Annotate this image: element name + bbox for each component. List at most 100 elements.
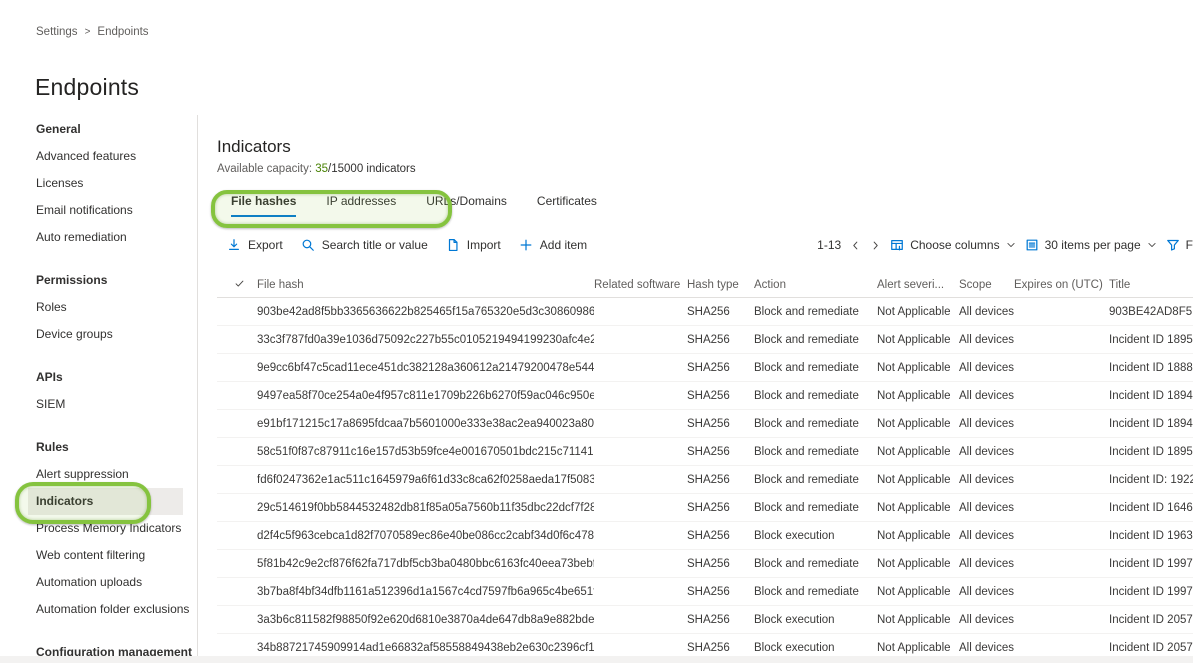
tab[interactable]: Certificates <box>535 189 599 217</box>
sidebar-entry[interactable]: SIEM <box>36 391 197 418</box>
tab[interactable]: File hashes <box>229 189 298 217</box>
table-row[interactable]: 58c51f0f87c87911c16e157d53b59fce4e001670… <box>217 438 1193 466</box>
breadcrumb: Settings > Endpoints <box>36 26 149 38</box>
section-heading: Indicators <box>217 137 1193 157</box>
select-all-checkbox[interactable] <box>217 278 257 292</box>
table-row[interactable]: 29c514619f0bb5844532482db81f85a05a7560b1… <box>217 494 1193 522</box>
sidebar-entry[interactable]: Indicators <box>28 488 183 515</box>
table-row[interactable]: 903be42ad8f5bb3365636622b825465f15a76532… <box>217 298 1193 326</box>
sidebar-entry[interactable]: Web content filtering <box>36 542 197 569</box>
cell-alert-severity: Not Applicable <box>877 334 959 346</box>
cell-hash-type: SHA256 <box>687 558 754 570</box>
sidebar-entry[interactable]: Device groups <box>36 321 197 348</box>
cell-alert-severity: Not Applicable <box>877 614 959 626</box>
cell-action: Block and remediate <box>754 446 877 458</box>
column-header[interactable]: Scope <box>959 279 1014 291</box>
items-per-page-label: 30 items per page <box>1045 238 1141 252</box>
column-header[interactable]: Related software <box>594 279 687 291</box>
table-body: 903be42ad8f5bb3365636622b825465f15a76532… <box>217 298 1193 662</box>
table-row[interactable]: 3b7ba8f4bf34dfb1161a512396d1a1567c4cd759… <box>217 578 1193 606</box>
cell-file-hash: 58c51f0f87c87911c16e157d53b59fce4e001670… <box>257 446 594 458</box>
column-header[interactable]: Expires on (UTC) <box>1014 279 1109 291</box>
cell-scope: All devices <box>959 502 1014 514</box>
table-row[interactable]: 5f81b42c9e2cf876f62fa717dbf5cb3ba0480bbc… <box>217 550 1193 578</box>
cell-action: Block and remediate <box>754 502 877 514</box>
chevron-right-icon <box>870 240 881 251</box>
items-per-page-button[interactable]: 30 items per page <box>1025 238 1157 252</box>
column-header[interactable]: File hash <box>257 279 594 291</box>
cell-file-hash: 3a3b6c811582f98850f92e620d6810e3870a4de6… <box>257 614 594 626</box>
filter-label: F <box>1186 238 1193 252</box>
table-row[interactable]: 9e9cc6bf47c5cad11ece451dc382128a360612a2… <box>217 354 1193 382</box>
sidebar-entry[interactable]: Process Memory Indicators <box>36 515 197 542</box>
next-page-button[interactable] <box>870 240 881 251</box>
filter-button[interactable]: F <box>1166 238 1193 252</box>
sidebar-entry[interactable]: Advanced features <box>36 143 197 170</box>
search-icon <box>301 238 315 252</box>
export-button[interactable]: Export <box>227 238 283 252</box>
sidebar-entry: APIs <box>36 364 197 391</box>
sidebar-entry: Rules <box>36 434 197 461</box>
table-row[interactable]: 33c3f787fd0a39e1036d75092c227b55c0105219… <box>217 326 1193 354</box>
add-item-button[interactable]: Add item <box>519 238 587 252</box>
cell-scope: All devices <box>959 614 1014 626</box>
table-row[interactable]: fd6f0247362e1ac511c1645979a6f61d33c8ca62… <box>217 466 1193 494</box>
cell-action: Block and remediate <box>754 586 877 598</box>
filter-funnel-icon <box>1166 238 1180 252</box>
cell-scope: All devices <box>959 390 1014 402</box>
cell-title: Incident ID 20574 <box>1109 642 1193 654</box>
previous-page-button[interactable] <box>850 240 861 251</box>
cell-scope: All devices <box>959 306 1014 318</box>
column-header[interactable]: Hash type <box>687 279 754 291</box>
cell-file-hash: 5f81b42c9e2cf876f62fa717dbf5cb3ba0480bbc… <box>257 558 594 570</box>
cell-alert-severity: Not Applicable <box>877 530 959 542</box>
choose-columns-button[interactable]: Choose columns <box>890 238 1015 252</box>
search-button[interactable]: Search title or value <box>301 238 428 252</box>
choose-columns-label: Choose columns <box>910 238 999 252</box>
sidebar-entry[interactable]: Automation uploads <box>36 569 197 596</box>
tab[interactable]: URLs/Domains <box>424 189 509 217</box>
cell-file-hash: 34b88721745909914ad1e66832af58558849438e… <box>257 642 594 654</box>
cell-title: Incident ID 19973 <box>1109 558 1193 570</box>
sidebar-entry[interactable]: Automation folder exclusions <box>36 596 197 623</box>
breadcrumb-settings[interactable]: Settings <box>36 26 78 38</box>
cell-title: Incident ID 18950 <box>1109 334 1193 346</box>
sidebar-entry[interactable]: Alert suppression <box>36 461 197 488</box>
breadcrumb-endpoints[interactable]: Endpoints <box>97 26 148 38</box>
cell-file-hash: 29c514619f0bb5844532482db81f85a05a7560b1… <box>257 502 594 514</box>
cell-file-hash: 9497ea58f70ce254a0e4f957c811e1709b226b62… <box>257 390 594 402</box>
cell-file-hash: d2f4c5f963cebca1d82f7070589ec86e40be086c… <box>257 530 594 542</box>
column-header[interactable]: Alert severi... <box>877 279 959 291</box>
column-header[interactable]: Title <box>1109 279 1193 291</box>
cell-title: Incident ID 18946 <box>1109 418 1193 430</box>
pagination-range: 1-13 <box>817 238 841 252</box>
cell-file-hash: 903be42ad8f5bb3365636622b825465f15a76532… <box>257 306 594 318</box>
cell-action: Block and remediate <box>754 306 877 318</box>
cell-action: Block execution <box>754 642 877 654</box>
sidebar-entry[interactable]: Licenses <box>36 170 197 197</box>
import-button[interactable]: Import <box>446 238 501 252</box>
cell-hash-type: SHA256 <box>687 614 754 626</box>
breadcrumb-separator-icon: > <box>85 26 91 37</box>
indicator-tabs: File hashes IP addresses URLs/Domains Ce… <box>217 189 1193 217</box>
table-row[interactable]: 9497ea58f70ce254a0e4f957c811e1709b226b62… <box>217 382 1193 410</box>
table-row[interactable]: 3a3b6c811582f98850f92e620d6810e3870a4de6… <box>217 606 1193 634</box>
sidebar-entry[interactable]: Auto remediation <box>36 224 197 251</box>
cell-scope: All devices <box>959 586 1014 598</box>
cell-scope: All devices <box>959 334 1014 346</box>
table-row[interactable]: e91bf171215c17a8695fdcaa7b5601000e333e38… <box>217 410 1193 438</box>
column-header[interactable]: Action <box>754 279 877 291</box>
chevron-down-icon <box>1006 240 1016 250</box>
cell-title: Incident ID 18885 <box>1109 362 1193 374</box>
tab[interactable]: IP addresses <box>324 189 398 217</box>
cell-alert-severity: Not Applicable <box>877 362 959 374</box>
cell-alert-severity: Not Applicable <box>877 306 959 318</box>
chevron-down-icon <box>1147 240 1157 250</box>
table-header-row: File hash Related software Hash type Act… <box>217 272 1193 298</box>
cell-scope: All devices <box>959 474 1014 486</box>
cell-title: Incident ID 19973 <box>1109 586 1193 598</box>
sidebar-entry[interactable]: Email notifications <box>36 197 197 224</box>
sidebar-entry[interactable]: Roles <box>36 294 197 321</box>
cell-action: Block and remediate <box>754 362 877 374</box>
table-row[interactable]: d2f4c5f963cebca1d82f7070589ec86e40be086c… <box>217 522 1193 550</box>
